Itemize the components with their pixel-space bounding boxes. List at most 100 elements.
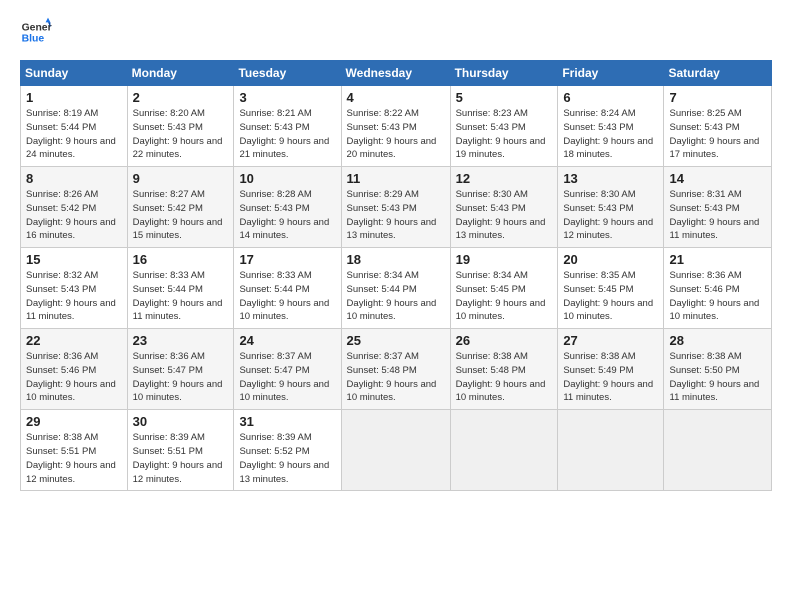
day-number: 6 <box>563 90 658 105</box>
day-cell: 30 Sunrise: 8:39 AM Sunset: 5:51 PM Dayl… <box>127 410 234 491</box>
day-detail: Sunrise: 8:36 AM Sunset: 5:46 PM Dayligh… <box>26 350 122 405</box>
day-cell: 23 Sunrise: 8:36 AM Sunset: 5:47 PM Dayl… <box>127 329 234 410</box>
day-detail: Sunrise: 8:26 AM Sunset: 5:42 PM Dayligh… <box>26 188 122 243</box>
day-number: 4 <box>347 90 445 105</box>
day-detail: Sunrise: 8:35 AM Sunset: 5:45 PM Dayligh… <box>563 269 658 324</box>
day-cell: 19 Sunrise: 8:34 AM Sunset: 5:45 PM Dayl… <box>450 248 558 329</box>
calendar-table: SundayMondayTuesdayWednesdayThursdayFrid… <box>20 60 772 491</box>
day-number: 30 <box>133 414 229 429</box>
day-cell: 21 Sunrise: 8:36 AM Sunset: 5:46 PM Dayl… <box>664 248 772 329</box>
day-cell: 9 Sunrise: 8:27 AM Sunset: 5:42 PM Dayli… <box>127 167 234 248</box>
day-number: 19 <box>456 252 553 267</box>
day-cell: 22 Sunrise: 8:36 AM Sunset: 5:46 PM Dayl… <box>21 329 128 410</box>
col-header-monday: Monday <box>127 61 234 86</box>
day-detail: Sunrise: 8:38 AM Sunset: 5:51 PM Dayligh… <box>26 431 122 486</box>
week-row-2: 8 Sunrise: 8:26 AM Sunset: 5:42 PM Dayli… <box>21 167 772 248</box>
day-number: 10 <box>239 171 335 186</box>
day-number: 24 <box>239 333 335 348</box>
day-detail: Sunrise: 8:20 AM Sunset: 5:43 PM Dayligh… <box>133 107 229 162</box>
day-cell: 2 Sunrise: 8:20 AM Sunset: 5:43 PM Dayli… <box>127 86 234 167</box>
week-row-5: 29 Sunrise: 8:38 AM Sunset: 5:51 PM Dayl… <box>21 410 772 491</box>
day-number: 2 <box>133 90 229 105</box>
day-cell: 31 Sunrise: 8:39 AM Sunset: 5:52 PM Dayl… <box>234 410 341 491</box>
day-detail: Sunrise: 8:39 AM Sunset: 5:51 PM Dayligh… <box>133 431 229 486</box>
day-number: 23 <box>133 333 229 348</box>
day-number: 5 <box>456 90 553 105</box>
header-row: SundayMondayTuesdayWednesdayThursdayFrid… <box>21 61 772 86</box>
day-cell: 16 Sunrise: 8:33 AM Sunset: 5:44 PM Dayl… <box>127 248 234 329</box>
day-detail: Sunrise: 8:36 AM Sunset: 5:47 PM Dayligh… <box>133 350 229 405</box>
day-cell: 26 Sunrise: 8:38 AM Sunset: 5:48 PM Dayl… <box>450 329 558 410</box>
day-cell <box>664 410 772 491</box>
day-detail: Sunrise: 8:31 AM Sunset: 5:43 PM Dayligh… <box>669 188 766 243</box>
day-detail: Sunrise: 8:30 AM Sunset: 5:43 PM Dayligh… <box>456 188 553 243</box>
day-detail: Sunrise: 8:24 AM Sunset: 5:43 PM Dayligh… <box>563 107 658 162</box>
week-row-4: 22 Sunrise: 8:36 AM Sunset: 5:46 PM Dayl… <box>21 329 772 410</box>
col-header-thursday: Thursday <box>450 61 558 86</box>
day-detail: Sunrise: 8:38 AM Sunset: 5:50 PM Dayligh… <box>669 350 766 405</box>
day-cell: 14 Sunrise: 8:31 AM Sunset: 5:43 PM Dayl… <box>664 167 772 248</box>
day-number: 18 <box>347 252 445 267</box>
day-number: 16 <box>133 252 229 267</box>
day-number: 1 <box>26 90 122 105</box>
day-cell: 7 Sunrise: 8:25 AM Sunset: 5:43 PM Dayli… <box>664 86 772 167</box>
day-cell: 17 Sunrise: 8:33 AM Sunset: 5:44 PM Dayl… <box>234 248 341 329</box>
day-cell: 29 Sunrise: 8:38 AM Sunset: 5:51 PM Dayl… <box>21 410 128 491</box>
day-cell: 4 Sunrise: 8:22 AM Sunset: 5:43 PM Dayli… <box>341 86 450 167</box>
week-row-3: 15 Sunrise: 8:32 AM Sunset: 5:43 PM Dayl… <box>21 248 772 329</box>
day-cell: 11 Sunrise: 8:29 AM Sunset: 5:43 PM Dayl… <box>341 167 450 248</box>
day-detail: Sunrise: 8:32 AM Sunset: 5:43 PM Dayligh… <box>26 269 122 324</box>
day-detail: Sunrise: 8:23 AM Sunset: 5:43 PM Dayligh… <box>456 107 553 162</box>
day-detail: Sunrise: 8:34 AM Sunset: 5:44 PM Dayligh… <box>347 269 445 324</box>
day-detail: Sunrise: 8:38 AM Sunset: 5:48 PM Dayligh… <box>456 350 553 405</box>
header: General Blue <box>20 16 772 48</box>
day-cell: 1 Sunrise: 8:19 AM Sunset: 5:44 PM Dayli… <box>21 86 128 167</box>
day-cell: 24 Sunrise: 8:37 AM Sunset: 5:47 PM Dayl… <box>234 329 341 410</box>
day-cell: 12 Sunrise: 8:30 AM Sunset: 5:43 PM Dayl… <box>450 167 558 248</box>
week-row-1: 1 Sunrise: 8:19 AM Sunset: 5:44 PM Dayli… <box>21 86 772 167</box>
day-number: 12 <box>456 171 553 186</box>
day-detail: Sunrise: 8:33 AM Sunset: 5:44 PM Dayligh… <box>239 269 335 324</box>
day-detail: Sunrise: 8:30 AM Sunset: 5:43 PM Dayligh… <box>563 188 658 243</box>
page: General Blue SundayMondayTuesdayWednesda… <box>0 0 792 501</box>
day-number: 8 <box>26 171 122 186</box>
day-number: 3 <box>239 90 335 105</box>
logo-icon: General Blue <box>20 16 52 48</box>
day-number: 26 <box>456 333 553 348</box>
day-cell: 28 Sunrise: 8:38 AM Sunset: 5:50 PM Dayl… <box>664 329 772 410</box>
day-number: 31 <box>239 414 335 429</box>
day-number: 13 <box>563 171 658 186</box>
day-cell: 6 Sunrise: 8:24 AM Sunset: 5:43 PM Dayli… <box>558 86 664 167</box>
day-number: 9 <box>133 171 229 186</box>
day-cell: 3 Sunrise: 8:21 AM Sunset: 5:43 PM Dayli… <box>234 86 341 167</box>
col-header-saturday: Saturday <box>664 61 772 86</box>
day-number: 21 <box>669 252 766 267</box>
day-cell: 10 Sunrise: 8:28 AM Sunset: 5:43 PM Dayl… <box>234 167 341 248</box>
day-detail: Sunrise: 8:37 AM Sunset: 5:48 PM Dayligh… <box>347 350 445 405</box>
day-detail: Sunrise: 8:28 AM Sunset: 5:43 PM Dayligh… <box>239 188 335 243</box>
col-header-tuesday: Tuesday <box>234 61 341 86</box>
day-detail: Sunrise: 8:22 AM Sunset: 5:43 PM Dayligh… <box>347 107 445 162</box>
day-number: 20 <box>563 252 658 267</box>
day-cell: 8 Sunrise: 8:26 AM Sunset: 5:42 PM Dayli… <box>21 167 128 248</box>
day-detail: Sunrise: 8:39 AM Sunset: 5:52 PM Dayligh… <box>239 431 335 486</box>
day-number: 17 <box>239 252 335 267</box>
day-number: 28 <box>669 333 766 348</box>
col-header-wednesday: Wednesday <box>341 61 450 86</box>
day-cell <box>558 410 664 491</box>
day-detail: Sunrise: 8:37 AM Sunset: 5:47 PM Dayligh… <box>239 350 335 405</box>
day-detail: Sunrise: 8:34 AM Sunset: 5:45 PM Dayligh… <box>456 269 553 324</box>
logo: General Blue <box>20 16 56 48</box>
day-cell <box>450 410 558 491</box>
col-header-friday: Friday <box>558 61 664 86</box>
day-detail: Sunrise: 8:21 AM Sunset: 5:43 PM Dayligh… <box>239 107 335 162</box>
day-cell: 5 Sunrise: 8:23 AM Sunset: 5:43 PM Dayli… <box>450 86 558 167</box>
day-detail: Sunrise: 8:36 AM Sunset: 5:46 PM Dayligh… <box>669 269 766 324</box>
day-cell: 25 Sunrise: 8:37 AM Sunset: 5:48 PM Dayl… <box>341 329 450 410</box>
day-number: 11 <box>347 171 445 186</box>
col-header-sunday: Sunday <box>21 61 128 86</box>
day-detail: Sunrise: 8:25 AM Sunset: 5:43 PM Dayligh… <box>669 107 766 162</box>
day-cell: 18 Sunrise: 8:34 AM Sunset: 5:44 PM Dayl… <box>341 248 450 329</box>
day-detail: Sunrise: 8:19 AM Sunset: 5:44 PM Dayligh… <box>26 107 122 162</box>
day-number: 29 <box>26 414 122 429</box>
